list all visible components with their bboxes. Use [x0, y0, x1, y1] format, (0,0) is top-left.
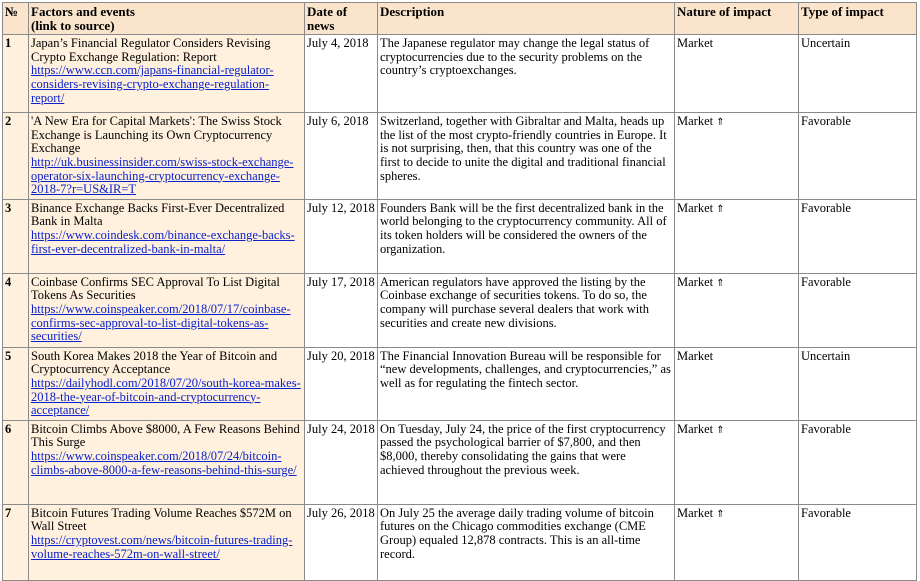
row-nature: Market ⇑	[674, 419, 799, 505]
row-type: Favorable	[798, 198, 917, 274]
events-table: № Factors and events (link to source) Da…	[2, 1, 917, 581]
row-date: July 6, 2018	[304, 112, 378, 200]
row-factor: Coinbase Confirms SEC Approval To List D…	[28, 272, 305, 348]
row-nature: Market ⇑	[674, 198, 799, 274]
row-date: July 12, 2018	[304, 198, 378, 274]
row-type: Favorable	[798, 112, 917, 200]
row-num: 4	[2, 272, 29, 348]
row-factor: South Korea Makes 2018 the Year of Bitco…	[28, 346, 305, 421]
row-date: July 4, 2018	[304, 34, 378, 114]
row-title: South Korea Makes 2018 the Year of Bitco…	[31, 348, 278, 377]
row-description: Founders Bank will be the first decentra…	[377, 198, 675, 274]
row-num: 1	[2, 34, 29, 114]
row-date: July 17, 2018	[304, 272, 378, 348]
header-date: Date of news	[304, 1, 378, 36]
row-type: Favorable	[798, 419, 917, 505]
row-date: July 24, 2018	[304, 419, 378, 505]
row-description: American regulators have approved the li…	[377, 272, 675, 348]
row-description: The Financial Innovation Bureau will be …	[377, 346, 675, 421]
row-nature: Market ⇑	[674, 272, 799, 348]
row-type: Favorable	[798, 272, 917, 348]
row-num: 2	[2, 112, 29, 200]
row-source-link[interactable]: https://www.coindesk.com/binance-exchang…	[31, 228, 295, 256]
row-num: 5	[2, 346, 29, 421]
row-nature-label: Market	[677, 114, 714, 129]
header-row: № Factors and events (link to source) Da…	[2, 1, 917, 36]
row-title: Binance Exchange Backs First-Ever Decent…	[31, 200, 285, 229]
row-description: Switzerland, together with Gibraltar and…	[377, 112, 675, 200]
row-type: Favorable	[798, 503, 917, 581]
table-row: 7 Bitcoin Futures Trading Volume Reaches…	[2, 503, 917, 581]
row-description: On Tuesday, July 24, the price of the fi…	[377, 419, 675, 505]
table-row: 1 Japan’s Financial Regulator Considers …	[2, 34, 917, 114]
table-row: 2 'A New Era for Capital Markets': The S…	[2, 112, 917, 200]
row-nature-label: Market	[677, 348, 714, 363]
up-arrow-icon: ⇑	[716, 203, 725, 215]
table-row: 4 Coinbase Confirms SEC Approval To List…	[2, 272, 917, 348]
row-type: Uncertain	[798, 346, 917, 421]
table-row: 3 Binance Exchange Backs First-Ever Dece…	[2, 198, 917, 274]
row-nature-label: Market	[677, 200, 714, 215]
row-factor: Bitcoin Futures Trading Volume Reaches $…	[28, 503, 305, 581]
row-description: The Japanese regulator may change the le…	[377, 34, 675, 114]
row-num: 3	[2, 198, 29, 274]
row-source-link[interactable]: https://cryptovest.com/news/bitcoin-futu…	[31, 533, 292, 561]
row-nature: Market ⇑	[674, 503, 799, 581]
up-arrow-icon: ⇑	[716, 117, 725, 129]
table-body: 1 Japan’s Financial Regulator Considers …	[2, 34, 917, 581]
row-title: Bitcoin Climbs Above $8000, A Few Reason…	[31, 421, 300, 450]
row-source-link[interactable]: https://www.ccn.com/japans-financial-reg…	[31, 63, 274, 105]
row-source-link[interactable]: https://www.coinspeaker.com/2018/07/24/b…	[31, 449, 297, 477]
up-arrow-icon: ⇑	[716, 424, 725, 436]
row-type: Uncertain	[798, 34, 917, 114]
row-date: July 20, 2018	[304, 346, 378, 421]
row-title: Japan’s Financial Regulator Considers Re…	[31, 36, 271, 64]
row-nature-label: Market	[677, 274, 714, 289]
row-nature: Market	[674, 34, 799, 114]
row-title: 'A New Era for Capital Markets': The Swi…	[31, 114, 282, 156]
header-nature: Nature of impact	[674, 1, 799, 36]
row-source-link[interactable]: https://dailyhodl.com/2018/07/20/south-k…	[31, 376, 301, 417]
table-row: 6 Bitcoin Climbs Above $8000, A Few Reas…	[2, 419, 917, 505]
row-source-link[interactable]: http://uk.businessinsider.com/swiss-stoc…	[31, 155, 293, 196]
header-factors-line2: (link to source)	[31, 17, 115, 33]
row-nature: Market ⇑	[674, 112, 799, 200]
row-nature: Market	[674, 346, 799, 421]
row-num: 7	[2, 503, 29, 581]
row-description: On July 25 the average daily trading vol…	[377, 503, 675, 581]
up-arrow-icon: ⇑	[716, 508, 725, 520]
row-title: Coinbase Confirms SEC Approval To List D…	[31, 274, 280, 303]
header-factors: Factors and events (link to source)	[28, 1, 305, 36]
up-arrow-icon: ⇑	[716, 277, 725, 289]
table-row: 5 South Korea Makes 2018 the Year of Bit…	[2, 346, 917, 421]
header-num: №	[2, 1, 29, 36]
row-factor: Binance Exchange Backs First-Ever Decent…	[28, 198, 305, 274]
row-nature-label: Market	[677, 36, 714, 51]
row-factor: 'A New Era for Capital Markets': The Swi…	[28, 112, 305, 200]
header-type: Type of impact	[798, 1, 917, 36]
row-factor: Bitcoin Climbs Above $8000, A Few Reason…	[28, 419, 305, 505]
row-num: 6	[2, 419, 29, 505]
row-source-link[interactable]: https://www.coinspeaker.com/2018/07/17/c…	[31, 302, 291, 343]
header-description: Description	[377, 1, 675, 36]
row-nature-label: Market	[677, 505, 714, 520]
row-title: Bitcoin Futures Trading Volume Reaches $…	[31, 505, 292, 534]
row-factor: Japan’s Financial Regulator Considers Re…	[28, 34, 305, 114]
header-factors-line1: Factors and events	[31, 4, 135, 19]
row-nature-label: Market	[677, 421, 714, 436]
row-date: July 26, 2018	[304, 503, 378, 581]
